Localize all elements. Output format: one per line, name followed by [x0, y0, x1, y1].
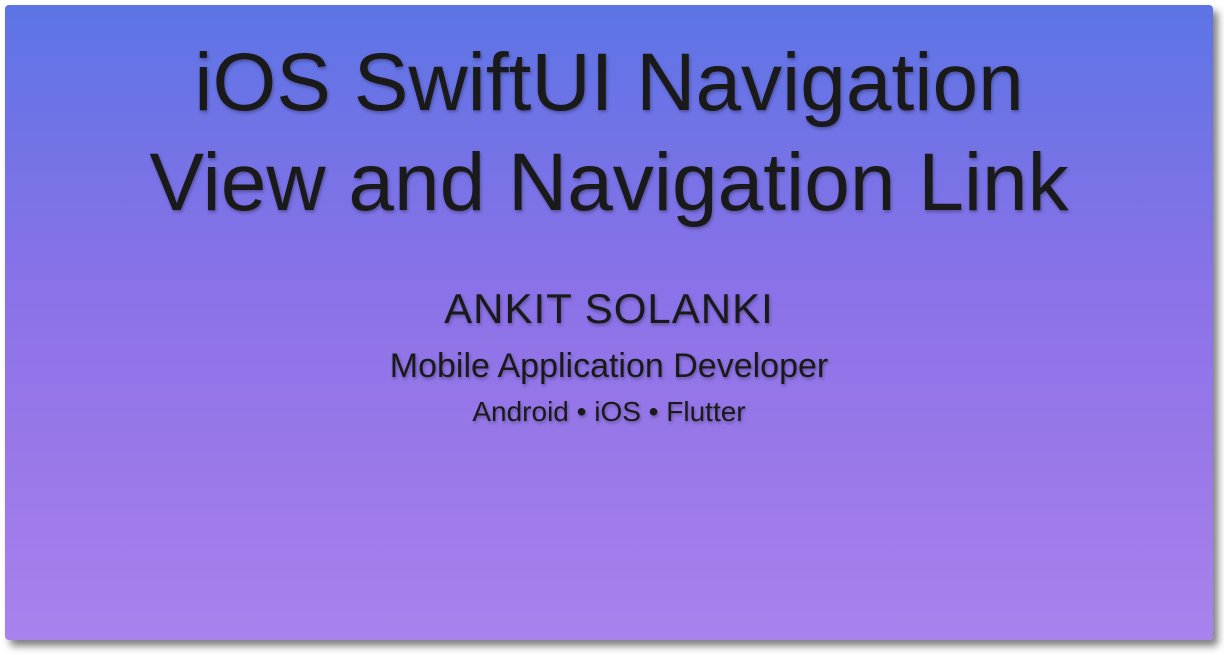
author-platforms: Android • iOS • Flutter	[472, 396, 745, 428]
slide-card: iOS SwiftUI Navigation View and Navigati…	[5, 5, 1213, 640]
author-name: ANKIT SOLANKI	[444, 285, 774, 333]
slide-title: iOS SwiftUI Navigation View and Navigati…	[109, 33, 1109, 233]
author-role: Mobile Application Developer	[390, 347, 828, 386]
